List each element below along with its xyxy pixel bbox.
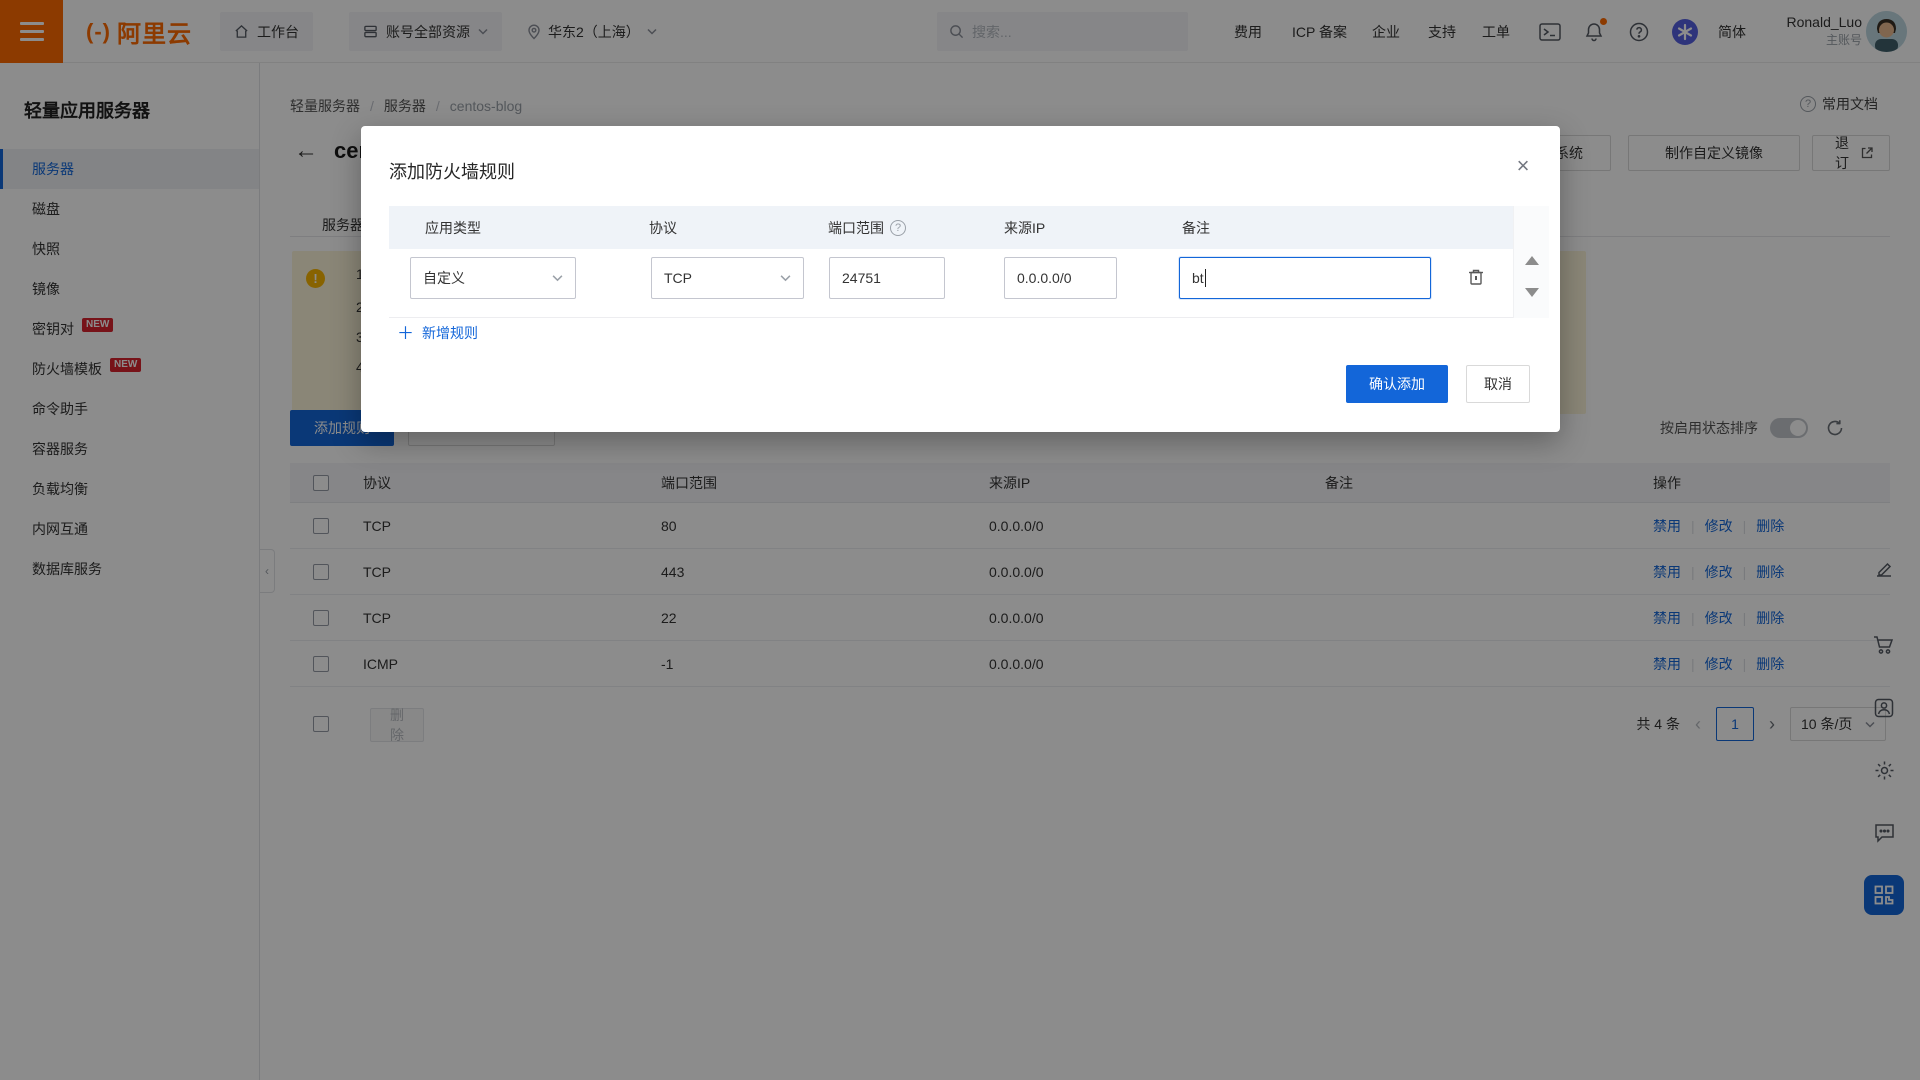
app-type-select[interactable]: 自定义	[410, 257, 576, 299]
chevron-down-icon	[780, 274, 791, 282]
remark-input[interactable]: bt	[1179, 257, 1431, 299]
modal-divider	[389, 317, 1513, 318]
rule-reorder-column	[1513, 206, 1549, 318]
text-caret	[1205, 269, 1206, 287]
chevron-down-icon	[552, 274, 563, 282]
confirm-add-button[interactable]: 确认添加	[1346, 365, 1448, 403]
port-range-input[interactable]: 24751	[829, 257, 945, 299]
protocol-select[interactable]: TCP	[651, 257, 804, 299]
col-source-ip: 来源IP	[1004, 206, 1045, 249]
modal-form-header: 应用类型 协议 端口范围? 来源IP 备注	[389, 206, 1513, 249]
col-remark: 备注	[1182, 206, 1210, 249]
col-app-type: 应用类型	[425, 206, 481, 249]
add-firewall-rule-dialog: 添加防火墙规则 × 应用类型 协议 端口范围? 来源IP 备注 自定义 TCP …	[361, 126, 1560, 432]
close-button[interactable]: ×	[1509, 152, 1537, 180]
modal-title: 添加防火墙规则	[389, 158, 515, 184]
move-down-button[interactable]	[1525, 288, 1539, 297]
source-ip-input[interactable]: 0.0.0.0/0	[1004, 257, 1117, 299]
help-question-icon[interactable]: ?	[890, 220, 906, 236]
close-icon: ×	[1517, 153, 1530, 179]
move-up-button[interactable]	[1525, 256, 1539, 265]
plus-icon: ＋	[397, 325, 414, 342]
delete-rule-icon[interactable]	[1466, 267, 1488, 289]
add-new-rule-link[interactable]: ＋ 新增规则	[397, 318, 478, 348]
col-port-range: 端口范围?	[828, 206, 906, 249]
col-protocol: 协议	[649, 206, 677, 249]
cancel-button[interactable]: 取消	[1466, 365, 1530, 403]
